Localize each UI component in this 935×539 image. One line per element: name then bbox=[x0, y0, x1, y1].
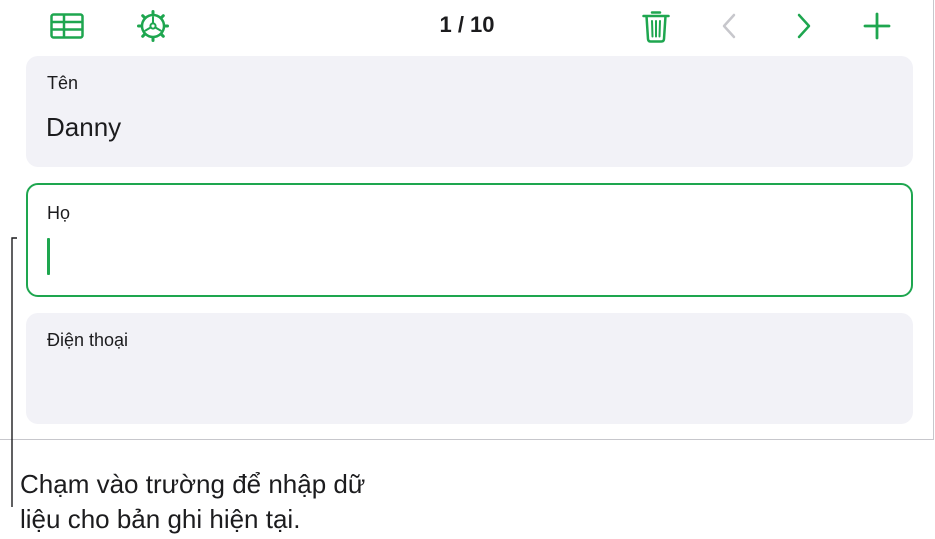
field-label: Điện thoại bbox=[47, 330, 129, 350]
toolbar: 1 / 10 bbox=[0, 0, 934, 52]
previous-record-button[interactable] bbox=[707, 6, 751, 46]
callout-text: Chạm vào trường để nhập dữ liệu cho bản … bbox=[20, 467, 440, 537]
chevron-left-icon bbox=[722, 13, 736, 39]
text-cursor bbox=[47, 238, 50, 275]
callout-line-2: liệu cho bản ghi hiện tại. bbox=[20, 504, 301, 534]
callout-line bbox=[11, 237, 17, 507]
next-record-button[interactable] bbox=[782, 6, 826, 46]
field-label: Họ bbox=[47, 203, 71, 223]
chevron-right-icon bbox=[797, 13, 811, 39]
record-form-screen: 1 / 10 Tên Danny Họ Điện thoại bbox=[0, 0, 934, 440]
add-record-button[interactable] bbox=[855, 6, 899, 46]
trash-icon bbox=[642, 11, 670, 43]
field-phone[interactable]: Điện thoại bbox=[26, 313, 913, 424]
field-last-name[interactable]: Họ bbox=[26, 183, 913, 297]
plus-icon bbox=[863, 12, 891, 40]
callout-line-1: Chạm vào trường để nhập dữ bbox=[20, 469, 366, 499]
field-first-name[interactable]: Tên Danny bbox=[26, 56, 913, 167]
field-value: Danny bbox=[46, 112, 122, 142]
field-label: Tên bbox=[47, 73, 79, 93]
delete-record-button[interactable] bbox=[634, 6, 678, 46]
